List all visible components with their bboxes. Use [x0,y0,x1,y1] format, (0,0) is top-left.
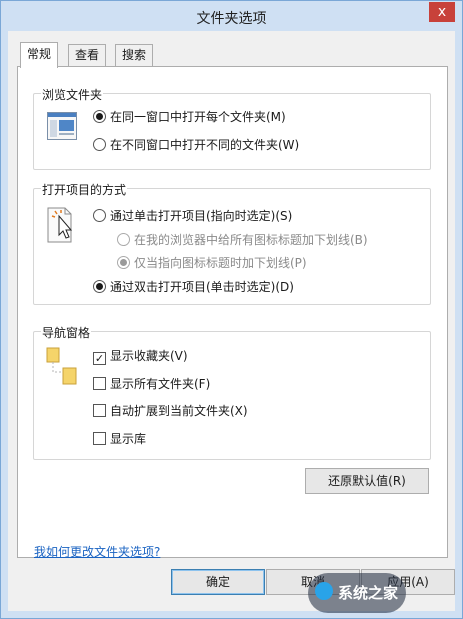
watermark-logo: 系统之家 [308,573,407,613]
tab-view[interactable]: 查看 [68,44,107,66]
click-items-group: 打开项目的方式 通过单击打开项目(指向时选定)(S) 在我的浏览器中给所有图标标… [33,181,431,305]
close-icon[interactable]: x [438,4,446,20]
show-favorites-label[interactable]: 显示收藏夹(V) [110,349,188,363]
new-window-option[interactable]: 在不同窗口中打开不同的文件夹(W) [93,136,299,153]
pointer-click-icon [47,207,73,243]
tab-general[interactable]: 常规 [20,42,59,68]
navigation-pane-title: 导航窗格 [41,324,92,341]
folder-options-dialog: 文件夹选项 x 常规 查看 搜索 浏览文件夹 在同一窗口中打开每个文件夹(M) … [0,0,463,619]
double-click-label[interactable]: 通过双击打开项目(单击时选定)(D) [110,280,294,294]
new-window-label[interactable]: 在不同窗口中打开不同的文件夹(W) [110,138,299,152]
show-libraries-label[interactable]: 显示库 [110,432,146,446]
show-all-folders-option[interactable]: 显示所有文件夹(F) [93,375,210,392]
expand-current-label[interactable]: 自动扩展到当前文件夹(X) [110,404,248,418]
close-button[interactable]: x [429,2,455,22]
window-icon [47,112,77,140]
browse-folders-title: 浏览文件夹 [41,86,104,103]
show-libraries-option[interactable]: 显示库 [93,430,146,447]
double-click-radio[interactable] [93,280,106,293]
underline-point-label: 仅当指向图标标题时加下划线(P) [134,256,307,270]
same-window-option[interactable]: 在同一窗口中打开每个文件夹(M) [93,108,286,125]
title-bar[interactable]: 文件夹选项 x [1,1,462,31]
show-favorites-checkbox[interactable]: ✓ [93,352,106,365]
underline-all-label: 在我的浏览器中给所有图标标题加下划线(B) [134,233,368,247]
expand-current-checkbox[interactable] [93,404,106,417]
single-click-label[interactable]: 通过单击打开项目(指向时选定)(S) [110,209,292,223]
underline-point-option: 仅当指向图标标题时加下划线(P) [117,254,307,271]
underline-all-radio [117,233,130,246]
tab-general-label[interactable]: 常规 [27,47,51,61]
same-window-radio[interactable] [93,110,106,123]
browse-folders-group: 浏览文件夹 在同一窗口中打开每个文件夹(M) 在不同窗口中打开不同的文件夹(W) [33,86,431,170]
help-link[interactable]: 我如何更改文件夹选项? [34,543,160,560]
show-libraries-checkbox[interactable] [93,432,106,445]
show-all-folders-label[interactable]: 显示所有文件夹(F) [110,377,210,391]
double-click-option[interactable]: 通过双击打开项目(单击时选定)(D) [93,278,294,295]
show-all-folders-checkbox[interactable] [93,377,106,390]
folder-tree-icon [46,347,77,385]
dialog-body: 常规 查看 搜索 浏览文件夹 在同一窗口中打开每个文件夹(M) 在不同窗口中打开… [8,31,455,613]
watermark-mark-icon [315,582,333,600]
dialog-title: 文件夹选项 [196,11,267,27]
tab-view-label[interactable]: 查看 [75,48,99,62]
general-tab-panel: 浏览文件夹 在同一窗口中打开每个文件夹(M) 在不同窗口中打开不同的文件夹(W)… [17,66,448,558]
navigation-pane-group: 导航窗格 ✓ 显示收藏夹(V) 显示所有文件夹(F) 自动扩展到当前文件夹(X) … [33,324,431,460]
new-window-radio[interactable] [93,138,106,151]
watermark-text: 系统之家 [338,584,399,602]
tab-search-label[interactable]: 搜索 [122,48,146,62]
click-items-title: 打开项目的方式 [41,181,128,198]
show-favorites-option[interactable]: ✓ 显示收藏夹(V) [93,347,188,365]
ok-button[interactable]: 确定 [171,569,265,595]
same-window-label[interactable]: 在同一窗口中打开每个文件夹(M) [110,110,286,124]
single-click-option[interactable]: 通过单击打开项目(指向时选定)(S) [93,207,292,224]
restore-defaults-button[interactable]: 还原默认值(R) [305,468,429,494]
underline-point-radio [117,256,130,269]
underline-all-option: 在我的浏览器中给所有图标标题加下划线(B) [117,231,368,248]
tab-search[interactable]: 搜索 [115,44,154,66]
expand-current-option[interactable]: 自动扩展到当前文件夹(X) [93,402,248,419]
single-click-radio[interactable] [93,209,106,222]
